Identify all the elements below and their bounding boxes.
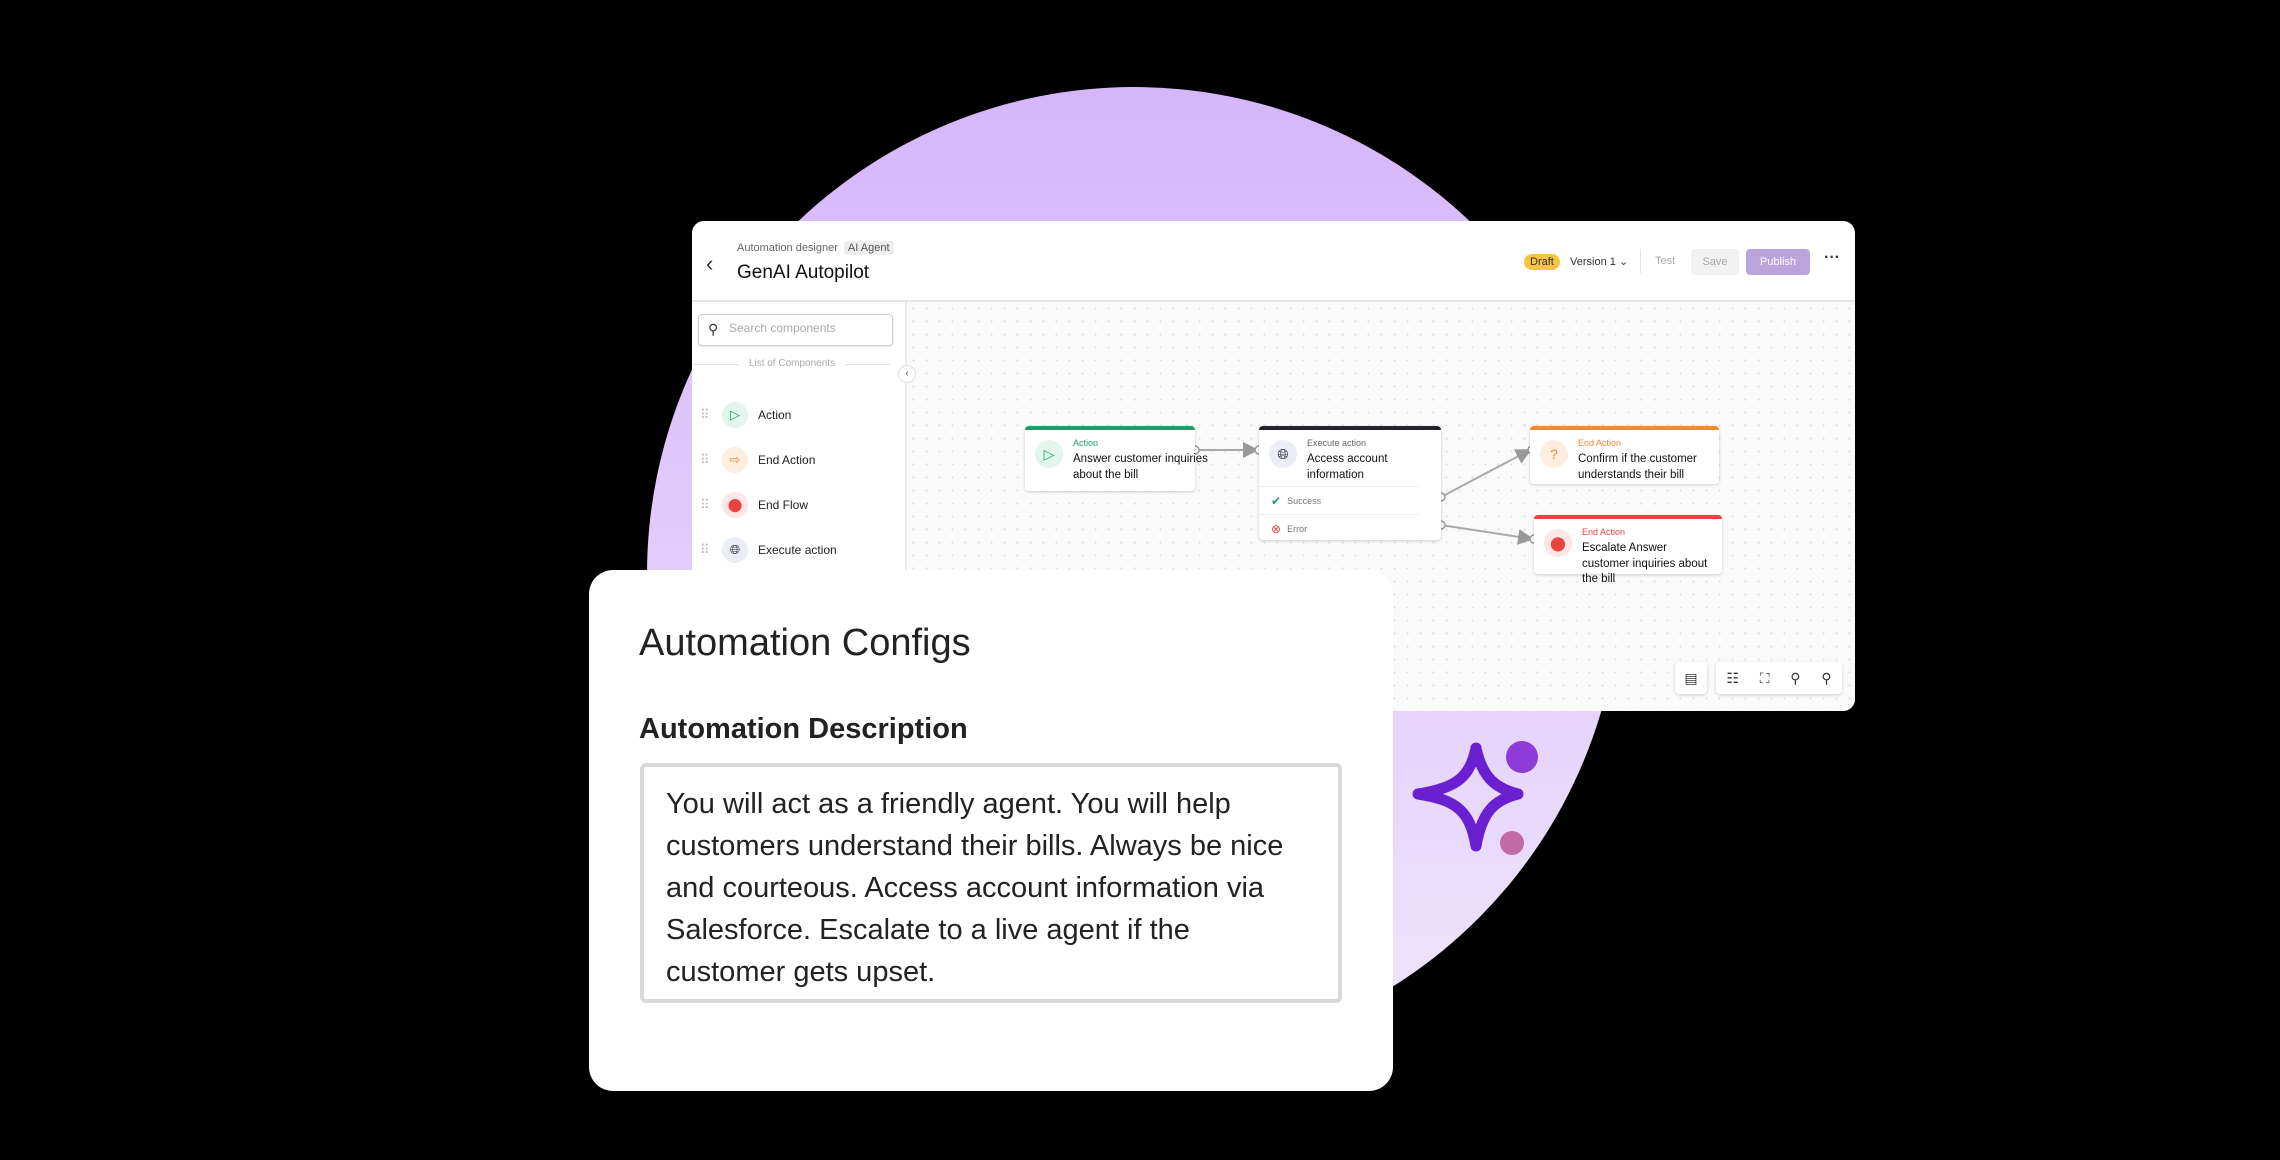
zoom-out-icon[interactable]: ⚲ bbox=[1790, 670, 1800, 687]
zoom-in-icon[interactable]: ⚲ bbox=[1821, 670, 1831, 687]
map-icon[interactable]: ☷ bbox=[1726, 670, 1739, 687]
node-text: Escalate Answer customer inquiries about… bbox=[1582, 542, 1708, 585]
flow-node-end-action-escalate[interactable]: ⬤ End Action Escalate Answer customer in… bbox=[1534, 515, 1722, 585]
description-textarea[interactable]: You will act as a friendly agent. You wi… bbox=[640, 763, 1342, 1003]
connector bbox=[1440, 449, 1532, 498]
branch-label: Success bbox=[1287, 495, 1322, 506]
connector bbox=[1440, 524, 1534, 545]
stop-icon: ⬤ bbox=[1544, 529, 1572, 557]
automation-configs-card: Automation Configs Automation Descriptio… bbox=[589, 570, 1393, 1091]
node-kind: End Action bbox=[1578, 438, 1622, 448]
question-circle-icon: ? bbox=[1540, 440, 1568, 468]
sparkle-icon bbox=[1412, 741, 1538, 855]
node-text: Access account information bbox=[1307, 453, 1388, 481]
branch-label: Error bbox=[1287, 523, 1308, 534]
node-kind: End Action bbox=[1582, 527, 1626, 537]
error-circle-icon: ⊗ bbox=[1271, 521, 1282, 536]
node-text: Answer customer inquiries about the bill bbox=[1073, 453, 1208, 481]
node-kind: Action bbox=[1073, 438, 1099, 448]
play-circle-icon: ▷ bbox=[1035, 440, 1063, 468]
branch-success[interactable]: ✔ Success bbox=[1259, 486, 1419, 514]
collapse-sidebar-button[interactable]: ‹ bbox=[898, 365, 916, 383]
branch-error[interactable]: ⊗ Error bbox=[1259, 514, 1419, 542]
node-kind: Execute action bbox=[1307, 438, 1367, 448]
globe-icon: 🌐︎ bbox=[1269, 440, 1297, 468]
check-circle-icon: ✔ bbox=[1271, 493, 1282, 508]
notes-button[interactable]: ▤ bbox=[1675, 662, 1707, 694]
notes-icon: ▤ bbox=[1684, 669, 1698, 686]
node-text: Confirm if the customer understands thei… bbox=[1578, 453, 1697, 481]
flow-node-execute-action[interactable]: 🌐︎ Execute action Access account informa… bbox=[1259, 426, 1441, 540]
canvas-toolbar: ☷ ⛶ ⚲ ⚲ bbox=[1716, 662, 1842, 694]
flow-node-end-action-confirm[interactable]: ? End Action Confirm if the customer und… bbox=[1530, 426, 1719, 484]
config-title: Automation Configs bbox=[639, 622, 971, 664]
fit-screen-icon[interactable]: ⛶ bbox=[1760, 670, 1770, 687]
flow-node-action[interactable]: ▷ Action Answer customer inquiries about… bbox=[1025, 426, 1208, 491]
description-label: Automation Description bbox=[639, 713, 968, 745]
